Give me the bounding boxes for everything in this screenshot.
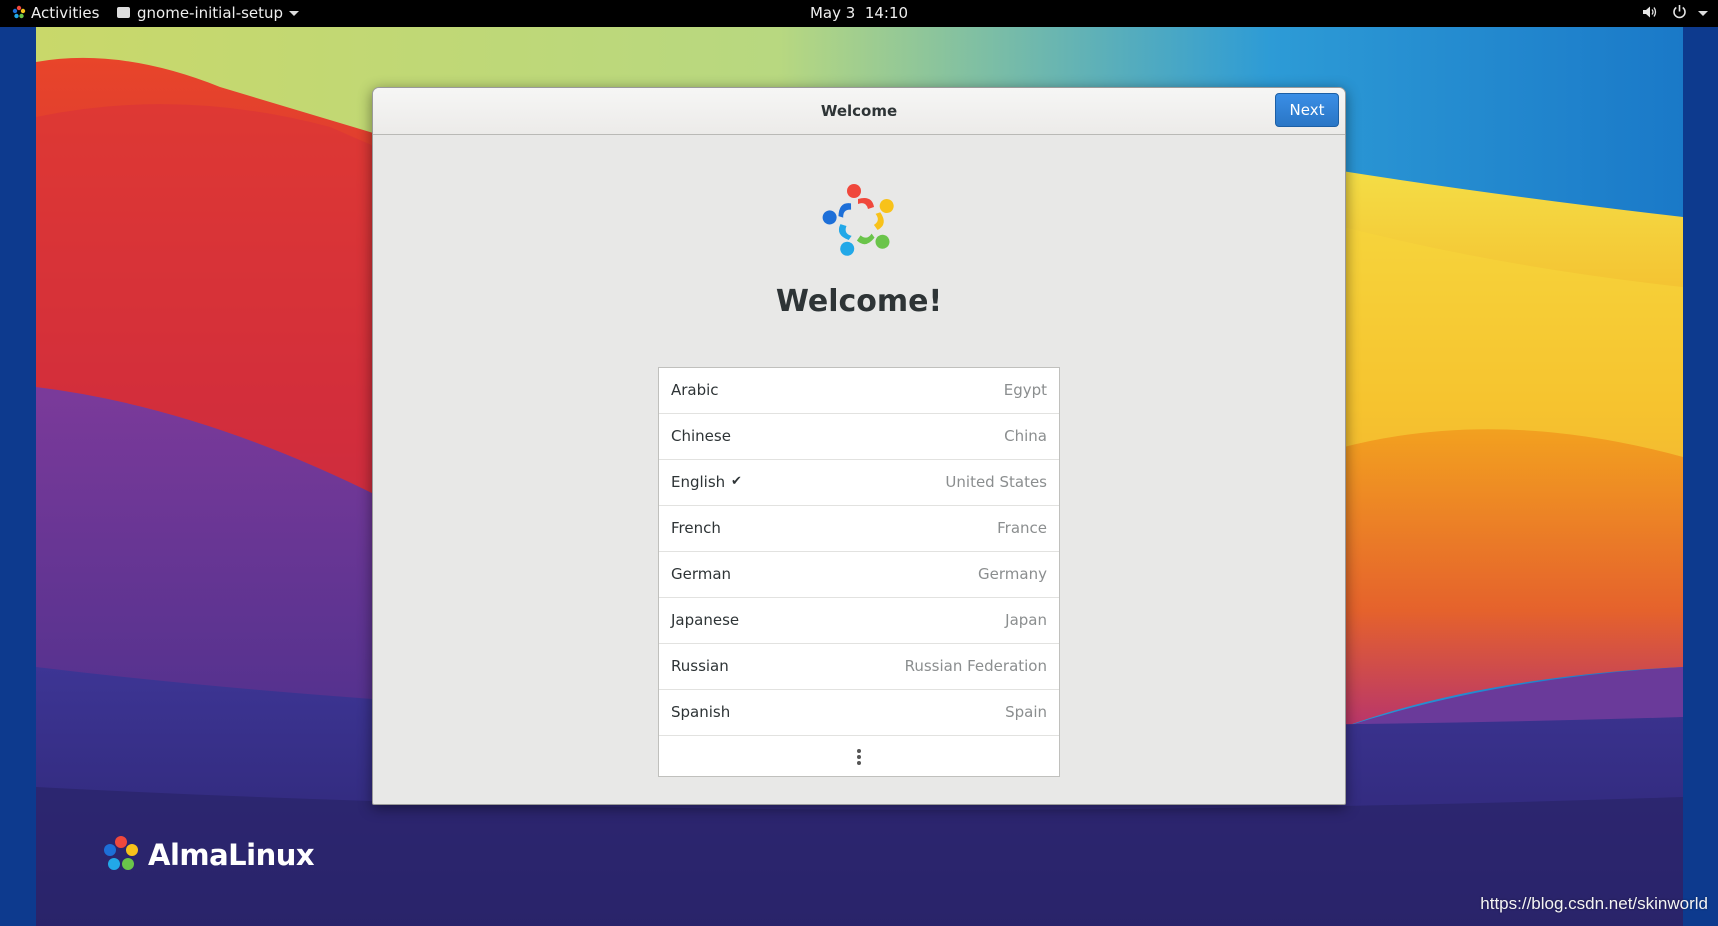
next-button[interactable]: Next [1275, 93, 1339, 127]
clock[interactable]: May 3 14:10 [0, 0, 1718, 27]
language-name: Chinese [671, 427, 731, 445]
language-name: French [671, 519, 721, 537]
language-row[interactable]: Arabic Egypt [659, 368, 1059, 414]
language-region: Japan [1005, 611, 1047, 629]
almalinux-logo-icon [813, 174, 907, 268]
volume-icon [1642, 1, 1657, 27]
language-row[interactable]: Chinese China [659, 414, 1059, 460]
almalinux-logo-icon [104, 836, 138, 870]
language-name: Russian [671, 657, 729, 675]
language-name: German [671, 565, 732, 583]
brand-text: AlmaLinux [148, 838, 315, 872]
dialog-title: Welcome [820, 102, 898, 120]
clock-date: May 3 [809, 4, 856, 22]
language-row[interactable]: German Germany [659, 552, 1059, 598]
header-bar: Welcome Next [373, 88, 1345, 135]
language-region: France [997, 519, 1047, 537]
language-row[interactable]: French France [659, 506, 1059, 552]
language-name: English [671, 473, 726, 491]
language-row[interactable]: Japanese Japan [659, 598, 1059, 644]
language-row[interactable]: Russian Russian Federation [659, 644, 1059, 690]
more-languages-button[interactable] [659, 736, 1059, 776]
almalinux-brand: AlmaLinux [100, 833, 315, 877]
checkmark-icon: ✔ [731, 474, 742, 489]
language-region: Russian Federation [904, 657, 1047, 675]
language-name: Japanese [671, 611, 740, 629]
clock-time: 14:10 [864, 4, 909, 22]
more-vertical-icon [857, 749, 861, 767]
language-region: Spain [1005, 703, 1047, 721]
language-region: Germany [978, 565, 1047, 583]
system-menu[interactable] [1632, 0, 1708, 27]
language-region: United States [945, 473, 1047, 491]
language-row[interactable]: Spanish Spain [659, 690, 1059, 736]
power-icon [1672, 1, 1687, 27]
top-bar: Activities gnome-initial-setup May 3 14:… [0, 0, 1718, 27]
watermark-text: https://blog.csdn.net/skinworld [1480, 894, 1708, 913]
language-name: Arabic [671, 381, 719, 399]
chevron-down-icon [1698, 11, 1708, 16]
welcome-dialog: Welcome Next Welcome! Arabic Egypt Chine… [372, 87, 1346, 805]
language-region: China [1004, 427, 1047, 445]
language-name: Spanish [671, 703, 731, 721]
language-row-selected[interactable]: English ✔ United States [659, 460, 1059, 506]
welcome-heading: Welcome! [775, 284, 943, 319]
screen: AlmaLinux https://blog.csdn.net/skinworl… [0, 0, 1718, 926]
language-list: Arabic Egypt Chinese China English ✔ Uni… [658, 367, 1060, 777]
language-region: Egypt [1003, 381, 1047, 399]
